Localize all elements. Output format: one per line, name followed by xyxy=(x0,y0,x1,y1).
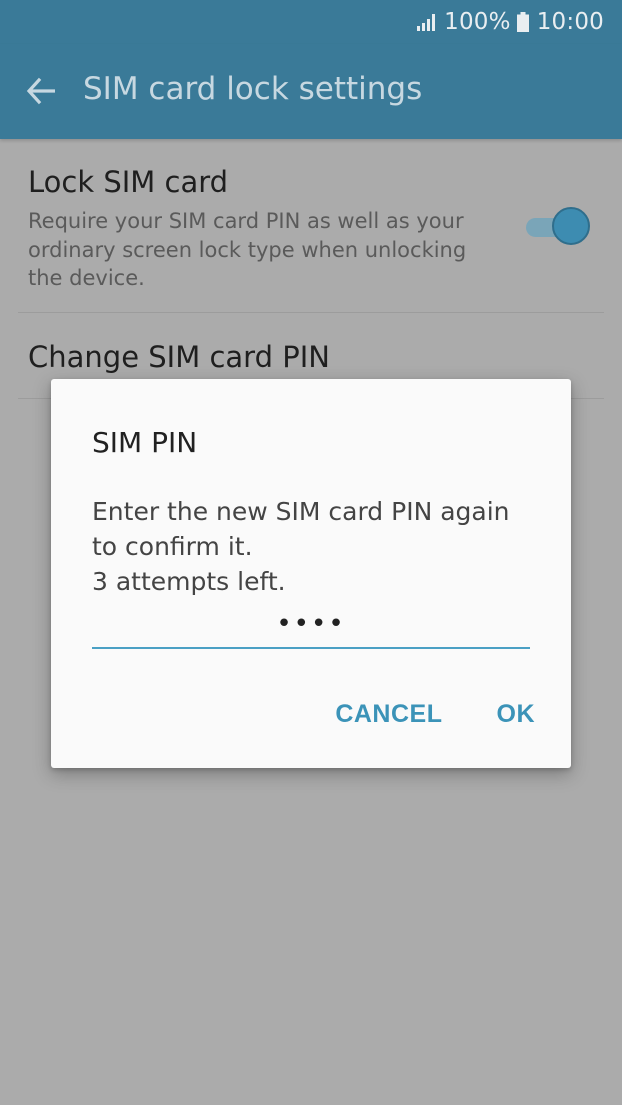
status-bar: 100% 10:00 xyxy=(0,0,622,44)
battery-icon xyxy=(516,12,529,32)
back-arrow-icon[interactable] xyxy=(26,77,56,105)
settings-list: Lock SIM card Require your SIM card PIN … xyxy=(0,139,622,399)
app-bar: SIM card lock settings xyxy=(0,44,622,139)
dialog-message-line: Enter the new SIM card PIN again xyxy=(92,497,510,526)
dialog-message-line: to confirm it. xyxy=(92,532,253,561)
cancel-button[interactable]: CANCEL xyxy=(335,700,442,729)
toggle-thumb xyxy=(552,207,590,245)
battery-percentage: 100% xyxy=(444,9,511,35)
lock-sim-card-title: Lock SIM card xyxy=(28,165,229,199)
dialog-title: SIM PIN xyxy=(92,426,198,459)
ok-button[interactable]: OK xyxy=(497,700,536,729)
pin-input[interactable] xyxy=(92,601,530,649)
page-title: SIM card lock settings xyxy=(83,71,423,107)
lock-sim-card-description: Require your SIM card PIN as well as you… xyxy=(28,209,467,290)
dialog-message: Enter the new SIM card PIN again to conf… xyxy=(92,494,542,599)
dialog-buttons: CANCEL OK xyxy=(335,697,535,731)
lock-sim-card-toggle[interactable] xyxy=(524,207,590,247)
sim-pin-dialog: SIM PIN Enter the new SIM card PIN again… xyxy=(51,379,571,768)
change-sim-pin-title: Change SIM card PIN xyxy=(28,340,330,374)
signal-icon xyxy=(416,13,438,31)
lock-sim-card-setting[interactable]: Lock SIM card Require your SIM card PIN … xyxy=(18,139,604,313)
clock: 10:00 xyxy=(536,9,604,35)
attempts-left-text: 3 attempts left. xyxy=(92,567,286,596)
status-indicators: 100% 10:00 xyxy=(416,8,604,36)
